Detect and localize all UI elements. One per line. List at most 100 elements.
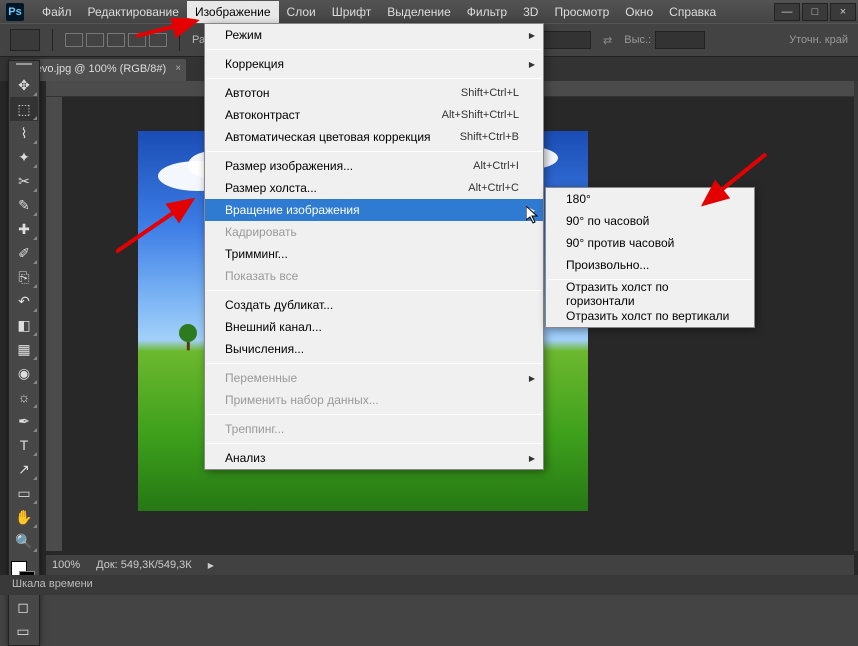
titlebar: Ps ФайлРедактированиеИзображениеСлоиШриф… [0, 0, 858, 23]
quickmask-button[interactable]: ◻ [9, 595, 37, 619]
tool-move[interactable]: ✥ [10, 73, 38, 97]
menu-item[interactable]: Тримминг... [205, 243, 543, 265]
menu-item-label: Автоконтраст [225, 108, 300, 122]
menu-item[interactable]: Создать дубликат... [205, 294, 543, 316]
menu-выделение[interactable]: Выделение [379, 1, 459, 23]
menu-item: Переменные [205, 367, 543, 389]
menu-separator [207, 414, 541, 415]
tool-marquee[interactable]: ⬚ [10, 97, 38, 121]
document-tab-title: Derevo.jpg @ 100% (RGB/8#) [18, 63, 166, 75]
tool-preset-icon[interactable] [10, 29, 40, 51]
menu-shortcut: Alt+Shift+Ctrl+L [442, 109, 519, 121]
height-input[interactable] [655, 31, 705, 49]
document-size: Док: 549,3К/549,3К [96, 559, 192, 571]
tool-stamp[interactable]: ⎘ [10, 265, 38, 289]
swap-icon[interactable]: ⇄ [603, 34, 612, 47]
tool-pen[interactable]: ✒ [10, 409, 38, 433]
menu-shortcut: Alt+Ctrl+C [468, 182, 519, 194]
menu-shortcut: Shift+Ctrl+L [461, 87, 519, 99]
menu-item-label: Вычисления... [225, 342, 304, 356]
mouse-cursor-icon [526, 206, 542, 231]
menu-item-label: Переменные [225, 371, 297, 385]
tool-dodge[interactable]: ☼ [10, 385, 38, 409]
tool-hand[interactable]: ✋ [10, 505, 38, 529]
window-controls: — □ × [774, 3, 858, 21]
menu-item[interactable]: Произвольно... [546, 254, 754, 276]
menu-item-label: 180° [566, 192, 591, 206]
menu-item-label: 90° против часовой [566, 236, 674, 250]
menu-item[interactable]: Размер холста...Alt+Ctrl+C [205, 177, 543, 199]
maximize-button[interactable]: □ [802, 3, 828, 21]
menu-separator [207, 443, 541, 444]
minimize-button[interactable]: — [774, 3, 800, 21]
menu-separator [207, 290, 541, 291]
height-label: Выс.: [624, 34, 651, 46]
tool-path[interactable]: ↗ [10, 457, 38, 481]
tool-blur[interactable]: ◉ [10, 361, 38, 385]
tool-history[interactable]: ↶ [10, 289, 38, 313]
app-logo: Ps [6, 3, 24, 21]
tool-gradient[interactable]: ▦ [10, 337, 38, 361]
menu-item[interactable]: Автоматическая цветовая коррекцияShift+C… [205, 126, 543, 148]
tool-zoom[interactable]: 🔍 [10, 529, 38, 553]
menu-item[interactable]: Автоконтраст Alt+Shift+Ctrl+L [205, 104, 543, 126]
menu-item[interactable]: Размер изображения...Alt+Ctrl+I [205, 155, 543, 177]
menu-item-label: Показать все [225, 269, 298, 283]
tool-lasso[interactable]: ⌇ [10, 121, 38, 145]
tool-eyedropper[interactable]: ✎ [10, 193, 38, 217]
timeline-panel-tab[interactable]: Шкала времени [0, 575, 858, 595]
menu-item-label: Режим [225, 28, 262, 42]
tool-eraser[interactable]: ◧ [10, 313, 38, 337]
annotation-arrow-1 [136, 18, 206, 40]
menu-item-label: Создать дубликат... [225, 298, 333, 312]
tool-crop[interactable]: ✂ [10, 169, 38, 193]
menu-item[interactable]: АвтотонShift+Ctrl+L [205, 82, 543, 104]
menu-separator [207, 49, 541, 50]
menu-окно[interactable]: Окно [617, 1, 661, 23]
menu-item[interactable]: Вращение изображения [205, 199, 543, 221]
menu-item[interactable]: 90° по часовой [546, 210, 754, 232]
menu-item[interactable]: Отразить холст по вертикали [546, 305, 754, 327]
refine-edge-button[interactable]: Уточн. край [789, 34, 848, 46]
menu-item-label: Отразить холст по вертикали [566, 309, 729, 323]
menu-справка[interactable]: Справка [661, 1, 724, 23]
menu-item-label: Тримминг... [225, 247, 288, 261]
statusbar-arrow-icon[interactable]: ▶ [208, 561, 214, 570]
menu-слои[interactable]: Слои [279, 1, 324, 23]
menu-separator [207, 151, 541, 152]
menu-item[interactable]: Анализ [205, 447, 543, 469]
menu-просмотр[interactable]: Просмотр [546, 1, 617, 23]
tool-shape[interactable]: ▭ [10, 481, 38, 505]
menu-item[interactable]: Коррекция [205, 53, 543, 75]
menu-item[interactable]: Внешний канал... [205, 316, 543, 338]
menu-3d[interactable]: 3D [515, 1, 546, 23]
toolbox-grip[interactable] [9, 63, 39, 73]
close-icon[interactable]: × [175, 63, 181, 74]
menu-item-label: Вращение изображения [225, 203, 360, 217]
menu-фильтр[interactable]: Фильтр [459, 1, 515, 23]
tool-heal[interactable]: ✚ [10, 217, 38, 241]
menu-item: Применить набор данных... [205, 389, 543, 411]
menu-separator [207, 363, 541, 364]
tool-type[interactable]: T [10, 433, 38, 457]
menu-файл[interactable]: Файл [34, 1, 80, 23]
menu-item[interactable]: Отразить холст по горизонтали [546, 283, 754, 305]
tool-wand[interactable]: ✦ [10, 145, 38, 169]
menu-item[interactable]: Вычисления... [205, 338, 543, 360]
tool-brush[interactable]: ✐ [10, 241, 38, 265]
menu-item[interactable]: 90° против часовой [546, 232, 754, 254]
menu-separator [207, 78, 541, 79]
menu-item[interactable]: Режим [205, 24, 543, 46]
menu-шрифт[interactable]: Шрифт [324, 1, 379, 23]
zoom-level[interactable]: 100% [52, 559, 80, 571]
screenmode-button[interactable]: ▭ [9, 619, 37, 643]
right-panels[interactable] [854, 81, 858, 551]
menu-item: Кадрировать [205, 221, 543, 243]
width-input[interactable] [541, 31, 591, 49]
toolbox: ✥⬚⌇✦✂✎✚✐⎘↶◧▦◉☼✒T↗▭✋🔍 ◻ ▭ [8, 60, 40, 646]
close-button[interactable]: × [830, 3, 856, 21]
annotation-arrow-3 [700, 150, 770, 210]
menu-item-label: Кадрировать [225, 225, 297, 239]
menu-item-label: Размер изображения... [225, 159, 353, 173]
ruler-vertical[interactable] [46, 97, 62, 551]
